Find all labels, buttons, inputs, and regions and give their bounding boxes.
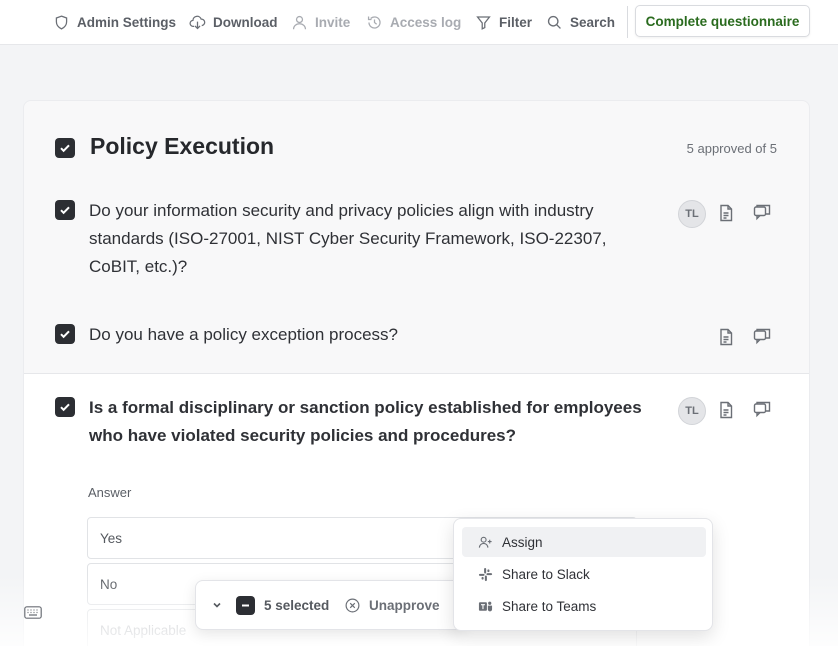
download-label: Download (213, 14, 278, 30)
search-button[interactable]: Search (546, 12, 615, 32)
question-3-comments-button[interactable] (752, 399, 772, 419)
access-log-button[interactable]: Access log (366, 12, 461, 32)
selected-count: 5 selected (264, 598, 330, 613)
menu-item-label: Share to Slack (502, 566, 590, 582)
question-3-document-button[interactable] (716, 400, 736, 420)
avatar[interactable]: TL (678, 397, 706, 425)
cloud-download-icon (189, 15, 206, 29)
history-icon (367, 15, 381, 29)
question-3-checkbox[interactable] (55, 397, 75, 417)
section-title: Policy Execution (90, 133, 275, 159)
menu-item-share-teams[interactable]: Share to Teams (462, 591, 706, 621)
assign-user-icon (478, 536, 492, 548)
shield-icon (55, 14, 68, 30)
teams-icon (478, 601, 493, 611)
user-icon (292, 15, 307, 29)
filter-icon (476, 15, 491, 30)
access-log-label: Access log (390, 14, 462, 30)
invite-label: Invite (315, 14, 351, 30)
actions-menu: Assign Share to Slack Share to Teams (453, 518, 713, 631)
comments-icon (753, 204, 771, 221)
question-1-comments-button[interactable] (752, 202, 772, 222)
unapprove-button[interactable]: Unapprove (344, 597, 440, 614)
chevron-down-icon[interactable] (210, 598, 224, 612)
avatar[interactable]: TL (678, 200, 706, 228)
filter-button[interactable]: Filter (475, 12, 532, 32)
menu-item-label: Share to Teams (502, 598, 597, 614)
admin-settings-label: Admin Settings (77, 14, 177, 30)
question-2-comments-button[interactable] (752, 326, 772, 346)
keyboard-icon[interactable] (24, 606, 42, 619)
toolbar-divider (627, 6, 628, 38)
question-1-text[interactable]: Do your information security and privacy… (89, 197, 654, 281)
question-2-text[interactable]: Do you have a policy exception process? (89, 321, 654, 349)
slack-icon (478, 567, 493, 581)
close-circle-icon (345, 598, 360, 613)
unapprove-label: Unapprove (369, 598, 440, 613)
search-icon (547, 15, 561, 29)
menu-item-share-slack[interactable]: Share to Slack (462, 559, 706, 589)
question-1-document-button[interactable] (716, 203, 736, 223)
top-toolbar: Admin Settings Download Invite Access lo… (0, 0, 838, 45)
approved-count: 5 approved of 5 (686, 141, 777, 156)
minus-icon (242, 604, 249, 607)
section-checkbox[interactable] (55, 138, 75, 158)
document-icon (720, 328, 733, 346)
check-icon (60, 330, 70, 339)
menu-item-assign[interactable]: Assign (462, 527, 706, 557)
check-icon (60, 206, 70, 215)
comments-icon (753, 328, 771, 345)
check-icon (60, 403, 70, 412)
selection-bar: 5 selected Unapprove (195, 580, 465, 630)
invite-button[interactable]: Invite (291, 12, 350, 32)
question-2-document-button[interactable] (716, 327, 736, 347)
select-all-checkbox[interactable] (236, 596, 255, 615)
search-label: Search (570, 14, 616, 30)
filter-label: Filter (499, 14, 533, 30)
answer-label: Answer (88, 485, 132, 500)
complete-questionnaire-button[interactable]: Complete questionnaire (635, 5, 810, 37)
admin-settings-button[interactable]: Admin Settings (53, 12, 176, 32)
download-button[interactable]: Download (189, 12, 278, 32)
comments-icon (753, 401, 771, 418)
check-icon (60, 144, 70, 153)
question-2-checkbox[interactable] (55, 324, 75, 344)
question-1-checkbox[interactable] (55, 200, 75, 220)
question-3-text[interactable]: Is a formal disciplinary or sanction pol… (89, 394, 664, 450)
menu-item-label: Assign (502, 534, 543, 550)
document-icon (720, 204, 733, 222)
document-icon (720, 401, 733, 419)
